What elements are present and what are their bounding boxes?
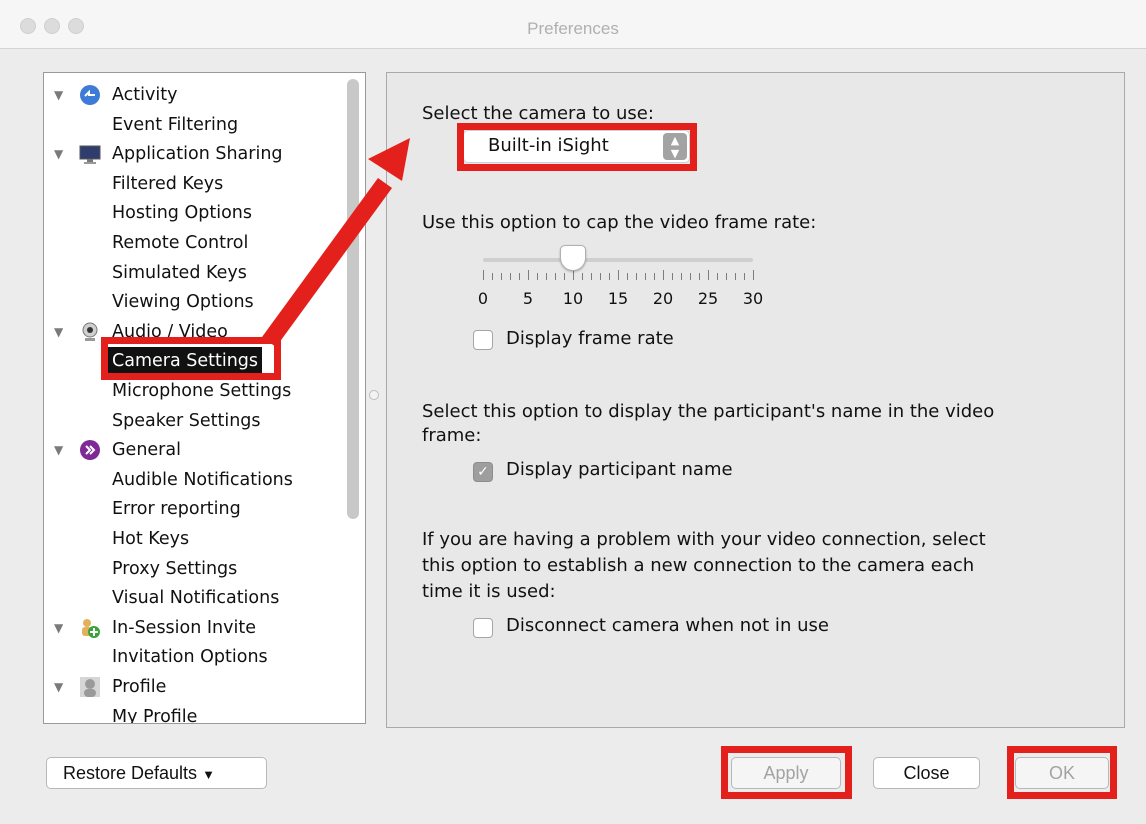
preferences-window: Preferences ▼ Activity Event Filtering ▼ App… — [0, 0, 1146, 824]
annotation-arrow — [262, 138, 410, 347]
